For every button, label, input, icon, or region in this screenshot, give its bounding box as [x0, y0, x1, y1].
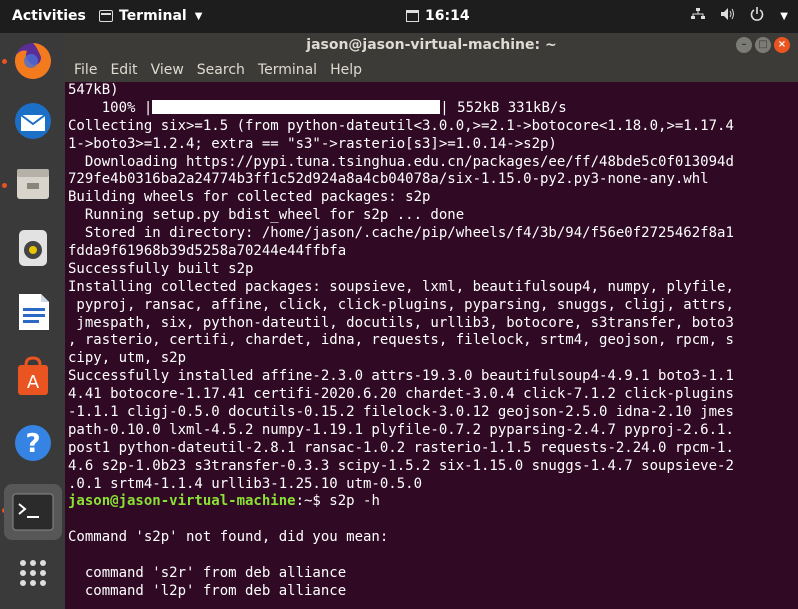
- terminal-line: post1 python-dateutil-2.8.1 ransac-1.0.2…: [68, 439, 734, 456]
- menu-edit[interactable]: Edit: [110, 57, 137, 82]
- power-icon[interactable]: [750, 7, 764, 25]
- terminal-line: cipy, utm, s2p: [68, 350, 187, 367]
- command-text: s2p -h: [329, 493, 380, 510]
- terminal-small-icon: [99, 10, 113, 22]
- terminal-line: Building wheels for collected packages: …: [68, 189, 431, 206]
- menu-terminal[interactable]: Terminal: [258, 57, 317, 82]
- terminal-window: jason@jason-virtual-machine: ~ – □ × Fil…: [65, 33, 798, 609]
- terminal-line: -1.1.1 cligj-0.5.0 docutils-0.15.2 filel…: [68, 404, 734, 421]
- terminal-line: command 's2r' from deb alliance: [68, 565, 347, 582]
- running-indicator: [2, 59, 7, 64]
- calendar-icon: [406, 10, 419, 22]
- maximize-button[interactable]: □: [755, 37, 771, 53]
- terminal-line: pyproj, ransac, affine, click, click-plu…: [68, 296, 734, 313]
- terminal-line: Running setup.py bdist_wheel for s2p ...…: [68, 207, 465, 224]
- rhythmbox-icon[interactable]: [9, 224, 57, 272]
- terminal-line: .0.1 srtm4-1.1.4 urllib3-1.25.10 utm-0.5…: [68, 475, 423, 492]
- volume-icon[interactable]: [720, 7, 736, 25]
- terminal-line: Successfully built s2p: [68, 260, 254, 277]
- terminal-line: 4.41 botocore-1.17.41 certifi-2020.6.20 …: [68, 386, 734, 403]
- prompt-user: jason@jason-virtual-machine: [68, 493, 296, 510]
- menu-help[interactable]: Help: [330, 57, 362, 82]
- clock-button[interactable]: 16:14: [406, 8, 470, 24]
- terminal-line: jmespath, six, python-dateutil, docutils…: [68, 314, 734, 331]
- network-icon[interactable]: [690, 7, 706, 25]
- terminal-line: 4.6 s2p-1.0b23 s3transfer-0.3.3 scipy-1.…: [68, 457, 734, 474]
- terminal-line: 729fe4b0316ba2a24774b3ff1c52d924a8a4cb04…: [68, 171, 709, 188]
- terminal-line: Downloading https://pypi.tuna.tsinghua.e…: [68, 153, 734, 170]
- app-grid-icon[interactable]: [9, 549, 57, 597]
- terminal-line: Collecting six>=1.5 (from python-dateuti…: [68, 117, 734, 134]
- progress-bar: [152, 99, 441, 114]
- menu-view[interactable]: View: [151, 57, 184, 82]
- writer-icon[interactable]: [9, 288, 57, 336]
- minimize-button[interactable]: –: [736, 37, 752, 53]
- svg-text:?: ?: [25, 429, 40, 459]
- svg-text:A: A: [27, 372, 40, 393]
- terminal-icon[interactable]: [4, 484, 62, 540]
- progress-label: 100% |: [68, 99, 153, 116]
- activities-button[interactable]: Activities: [12, 8, 86, 24]
- firefox-icon[interactable]: [9, 37, 57, 85]
- terminal-line: command 'l2p' from deb alliance: [68, 582, 347, 599]
- terminal-line: Successfully installed affine-2.3.0 attr…: [68, 368, 734, 385]
- prompt-separator: :~$: [295, 493, 330, 510]
- chevron-down-icon[interactable]: ▼: [780, 11, 788, 22]
- chevron-down-icon: ▼: [194, 10, 203, 22]
- progress-stats: | 552kB 331kB/s: [440, 99, 567, 116]
- terminal-line: Command 's2p' not found, did you mean:: [68, 529, 389, 546]
- terminal-line: , rasterio, certifi, chardet, idna, requ…: [68, 332, 734, 349]
- prompt-line: jason@jason-virtual-machine:~$ s2p -h: [68, 493, 798, 511]
- terminal-output[interactable]: 547kB) 100% | | 552kB 331kB/s Collecting …: [65, 82, 798, 609]
- terminal-line: fdda9f61968b39d5258a70244e44ffbfa: [68, 243, 347, 260]
- menu-file[interactable]: File: [74, 57, 97, 82]
- terminal-line: Installing collected packages: soupsieve…: [68, 278, 734, 295]
- thunderbird-icon[interactable]: [9, 97, 57, 145]
- app-menu-label: Terminal: [119, 8, 187, 24]
- terminal-line: path-0.10.0 lxml-4.5.2 numpy-1.19.1 plyf…: [68, 421, 734, 438]
- menu-bar: File Edit View Search Terminal Help: [65, 57, 798, 82]
- progress-line: 100% | | 552kB 331kB/s: [68, 99, 798, 118]
- files-icon[interactable]: [9, 159, 57, 207]
- top-panel: Activities Terminal ▼ 16:14 ▼: [0, 0, 798, 33]
- terminal-line: 547kB): [68, 82, 119, 98]
- app-menu-button[interactable]: Terminal ▼: [99, 8, 202, 24]
- close-button[interactable]: ×: [774, 37, 790, 53]
- running-indicator: [2, 183, 7, 188]
- software-center-icon[interactable]: A: [9, 353, 57, 401]
- window-title: jason@jason-virtual-machine: ~: [306, 37, 557, 53]
- menu-search[interactable]: Search: [197, 57, 245, 82]
- window-titlebar[interactable]: jason@jason-virtual-machine: ~ – □ ×: [65, 33, 798, 57]
- help-icon[interactable]: ?: [9, 419, 57, 467]
- clock-label: 16:14: [425, 8, 470, 24]
- system-tray[interactable]: ▼: [690, 7, 788, 25]
- dock: A ?: [0, 33, 65, 609]
- terminal-line: 1->boto3>=1.2.4; extra == "s3"->rasterio…: [68, 135, 557, 152]
- terminal-line: Stored in directory: /home/jason/.cache/…: [68, 225, 734, 242]
